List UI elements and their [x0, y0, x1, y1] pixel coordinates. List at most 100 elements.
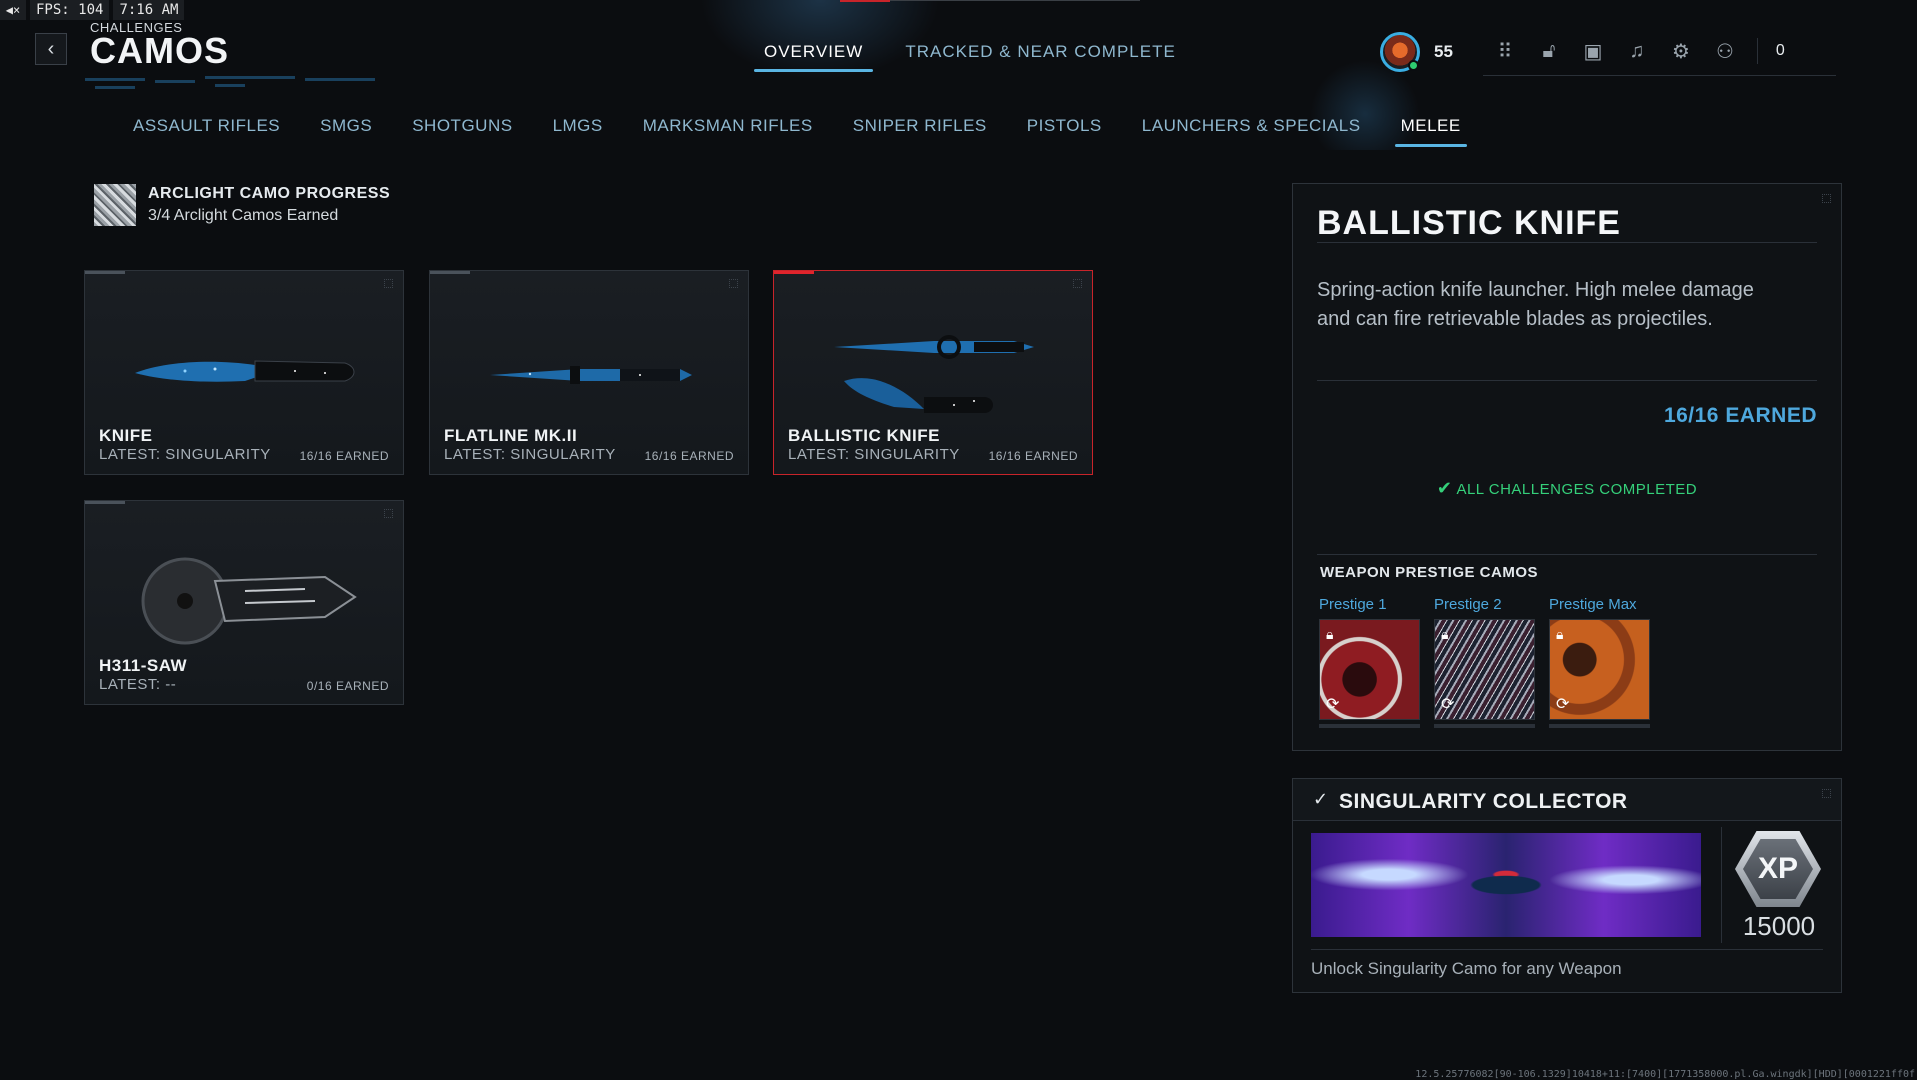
notification-count: 0 [1775, 42, 1785, 59]
prestige-progress-bar [1549, 724, 1650, 728]
weapon-latest-camo: LATEST: SINGULARITY [788, 446, 960, 463]
completion-text: ALL CHALLENGES COMPLETED [1456, 481, 1698, 498]
tab-pistols[interactable]: PISTOLS [1027, 116, 1102, 144]
lock-icon: 🔒︎ [1326, 626, 1334, 642]
card-progress-marker [85, 271, 125, 274]
weapon-earned-count: 16/16 EARNED [988, 449, 1078, 463]
divider [1317, 380, 1817, 381]
reward-panel[interactable]: ✓ SINGULARITY COLLECTOR XP 15000 Unlock … [1292, 778, 1842, 993]
fps-counter: FPS: 104 [30, 0, 110, 20]
card-progress-marker [430, 271, 470, 274]
weapon-card-knife[interactable]: KNIFE LATEST: SINGULARITY 16/16 EARNED [84, 270, 404, 475]
prestige-camo-max[interactable]: Prestige Max 🔒︎ ⟳ [1549, 596, 1650, 728]
card-corner-icon [1073, 279, 1082, 288]
weapon-detail-panel: BALLISTIC KNIFE Spring-action knife laun… [1292, 183, 1842, 751]
flatline-image [490, 366, 692, 384]
divider [1721, 827, 1722, 943]
tab-launchers-specials[interactable]: LAUNCHERS & SPECIALS [1142, 116, 1361, 144]
prestige-camo-swatch: 🔒︎ ⟳ [1434, 619, 1535, 720]
player-level: 55 [1434, 41, 1453, 61]
prestige-label: Prestige 1 [1319, 596, 1387, 613]
card-corner-icon [729, 279, 738, 288]
weapon-earned-count: 0/16 EARNED [306, 679, 389, 693]
weapon-latest-camo: LATEST: -- [99, 676, 177, 693]
bell-icon[interactable]: ♫ [1615, 37, 1659, 65]
weapon-card-h311-saw[interactable]: H311-SAW LATEST: -- 0/16 EARNED [84, 500, 404, 705]
arclight-subtitle: 3/4 Arclight Camos Earned [148, 207, 339, 224]
divider [1311, 949, 1823, 950]
prestige-camo-swatch: 🔒︎ ⟳ [1319, 619, 1420, 720]
prestige-heading: WEAPON PRESTIGE CAMOS [1320, 564, 1539, 581]
arclight-progress: ARCLIGHT CAMO PROGRESS 3/4 Arclight Camo… [94, 184, 390, 226]
weapon-card-flatline[interactable]: FLATLINE MK.II LATEST: SINGULARITY 16/16… [429, 270, 749, 475]
weapon-category-tabs: ASSAULT RIFLES SMGS SHOTGUNS LMGS MARKSM… [133, 116, 1467, 147]
card-corner-icon [384, 509, 393, 518]
reward-description: Unlock Singularity Camo for any Weapon [1311, 959, 1622, 978]
mute-icon: ◀× [0, 0, 26, 20]
clock: 7:16 AM [113, 0, 185, 20]
weapon-name: H311-SAW [99, 656, 188, 675]
tab-assault-rifles[interactable]: ASSAULT RIFLES [133, 116, 280, 144]
build-string: 12.5.25776082[90-106.1329]10418+11:[7400… [1415, 1069, 1915, 1080]
detail-earned: 16/16 EARNED [1663, 404, 1817, 427]
card-progress-marker [85, 501, 125, 504]
divider [1317, 554, 1817, 555]
check-icon: ✔ [1436, 478, 1453, 498]
xp-amount: 15000 [1742, 911, 1816, 941]
divider [1756, 38, 1758, 64]
prestige-cycle-icon: ⟳ [1556, 696, 1570, 713]
weapon-earned-count: 16/16 EARNED [644, 449, 734, 463]
prestige-camo-2[interactable]: Prestige 2 🔒︎ ⟳ [1434, 596, 1535, 728]
panel-corner-icon [1822, 789, 1831, 798]
player-bar: 55 ⠿ 🔓︎ ▣ ♫ ⚙ ⚇ 0 [1380, 27, 1836, 76]
prestige-cycle-icon: ⟳ [1441, 696, 1455, 713]
prestige-progress-bar [1319, 724, 1420, 728]
card-progress-marker [774, 271, 814, 274]
tab-overview[interactable]: OVERVIEW [753, 40, 874, 72]
check-icon: ✓ [1313, 789, 1329, 809]
tab-sniper-rifles[interactable]: SNIPER RIFLES [853, 116, 987, 144]
completion-status: ✔ ALL CHALLENGES COMPLETED [1293, 478, 1841, 499]
weapon-latest-camo: LATEST: SINGULARITY [444, 446, 616, 463]
tab-smgs[interactable]: SMGS [320, 116, 372, 144]
reward-title: SINGULARITY COLLECTOR [1339, 790, 1628, 813]
tab-tracked[interactable]: TRACKED & NEAR COMPLETE [901, 40, 1180, 70]
back-button[interactable]: ‹ [35, 33, 67, 65]
camera-icon[interactable]: ▣ [1571, 37, 1615, 65]
tab-shotguns[interactable]: SHOTGUNS [412, 116, 512, 144]
arclight-camo-icon [94, 184, 136, 226]
detail-title: BALLISTIC KNIFE [1317, 204, 1621, 242]
panel-corner-icon [1822, 194, 1831, 203]
h311-saw-image [141, 557, 357, 645]
back-icon: ‹ [47, 37, 55, 60]
prestige-cycle-icon: ⟳ [1326, 696, 1340, 713]
weapon-name: BALLISTIC KNIFE [788, 426, 940, 445]
tab-melee[interactable]: MELEE [1394, 116, 1467, 147]
ballistic-knife-image [834, 335, 1034, 413]
grid-icon[interactable]: ⠿ [1483, 37, 1527, 65]
weapon-name: KNIFE [99, 426, 153, 445]
fps-overlay: ◀× FPS: 104 7:16 AM [0, 0, 185, 20]
lock-icon: 🔒︎ [1441, 626, 1449, 642]
weapon-latest-camo: LATEST: SINGULARITY [99, 446, 271, 463]
detail-description: Spring-action knife launcher. High melee… [1317, 279, 1754, 330]
prestige-camo-1[interactable]: Prestige 1 🔒︎ ⟳ [1319, 596, 1420, 728]
gear-icon[interactable]: ⚙ [1659, 37, 1703, 65]
weapon-card-ballistic-knife[interactable]: BALLISTIC KNIFE LATEST: SINGULARITY 16/1… [773, 270, 1093, 475]
prestige-progress-bar [1434, 724, 1535, 728]
prestige-label: Prestige Max [1549, 596, 1637, 613]
prestige-label: Prestige 2 [1434, 596, 1502, 613]
knife-image [135, 360, 355, 382]
tab-lmgs[interactable]: LMGS [553, 116, 603, 144]
top-tab-bar: OVERVIEW TRACKED & NEAR COMPLETE [753, 40, 1180, 72]
xp-icon: XP [1735, 831, 1821, 907]
prestige-camo-swatch: 🔒︎ ⟳ [1549, 619, 1650, 720]
xp-label: XP [1743, 839, 1813, 899]
arclight-title: ARCLIGHT CAMO PROGRESS [148, 185, 391, 202]
weapon-earned-count: 16/16 EARNED [299, 449, 389, 463]
social-icon[interactable]: ⚇ [1703, 37, 1747, 65]
unlock-icon[interactable]: 🔓︎ [1527, 37, 1571, 65]
tab-marksman-rifles[interactable]: MARKSMAN RIFLES [643, 116, 813, 144]
lock-icon: 🔒︎ [1556, 626, 1564, 642]
reward-header: ✓ SINGULARITY COLLECTOR [1293, 779, 1841, 821]
